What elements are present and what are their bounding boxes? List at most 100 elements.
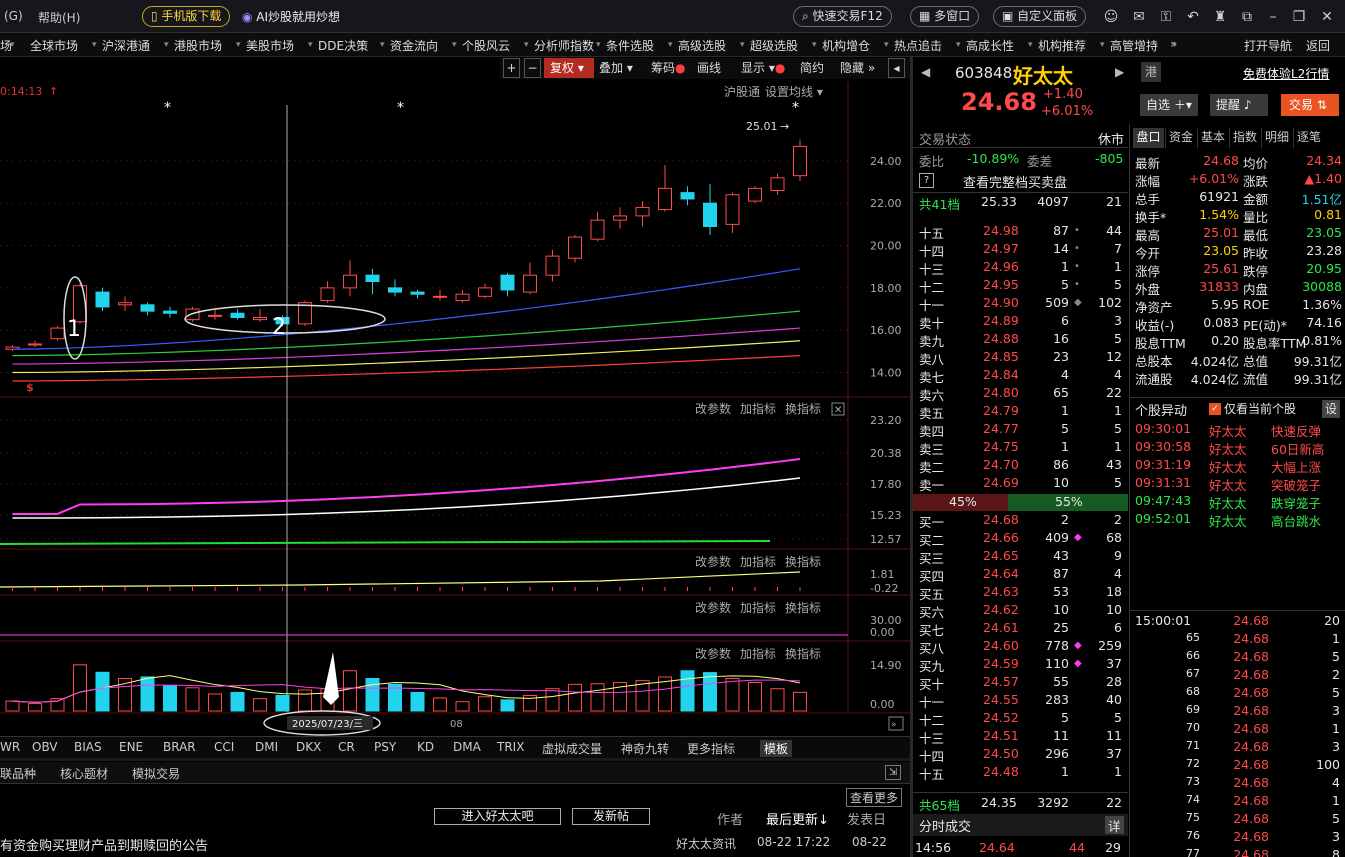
- l2-trial-link[interactable]: 免费体验L2行情: [1243, 65, 1329, 82]
- indicator-tab-13[interactable]: 虚拟成交量: [542, 740, 602, 757]
- indicator-tab-14[interactable]: 神奇九转: [621, 740, 669, 757]
- jianyue-button[interactable]: 简约: [800, 58, 824, 78]
- panel-3-btn-1[interactable]: 加指标: [740, 646, 776, 661]
- menu-help[interactable]: 帮助(H): [38, 9, 80, 26]
- xianshi-button[interactable]: 显示 ▾●: [741, 58, 785, 78]
- author-col[interactable]: 作者: [717, 809, 743, 828]
- next-stock-icon[interactable]: ▶: [1115, 65, 1124, 79]
- enter-forum-button[interactable]: 进入好太太吧: [434, 808, 561, 825]
- chouma-button[interactable]: 筹码●: [651, 58, 686, 78]
- tab-0[interactable]: 盘口: [1133, 128, 1164, 148]
- tab-1[interactable]: 资金: [1165, 128, 1196, 148]
- ma-setting-link[interactable]: 设置均线 ▾: [765, 85, 823, 99]
- zixuan-button[interactable]: 自选 ＋▾: [1140, 94, 1198, 116]
- trade-button[interactable]: 交易 ⇅: [1281, 94, 1339, 116]
- panel-0-btn-1[interactable]: 加指标: [740, 401, 776, 416]
- panel-2-btn-1[interactable]: 加指标: [740, 600, 776, 615]
- open-nav-button[interactable]: 打开导航: [1244, 37, 1292, 54]
- nav-item-2[interactable]: 沪深港通: [102, 37, 150, 54]
- indicator-tab-11[interactable]: DMA: [453, 740, 481, 754]
- nav-item-14[interactable]: 高成长性: [966, 37, 1014, 54]
- nav-item-8[interactable]: 分析师指数: [534, 37, 594, 54]
- panel-0-btn-0[interactable]: 改参数: [695, 401, 731, 416]
- multi-window-button[interactable]: ▦ 多窗口: [910, 6, 980, 27]
- custom-panel-button[interactable]: ▣ 自定义面板: [993, 6, 1087, 27]
- expand-icon[interactable]: ⇲: [885, 765, 901, 780]
- indicator-tab-7[interactable]: DKX: [296, 740, 321, 754]
- panel-1-btn-1[interactable]: 加指标: [740, 554, 776, 569]
- panel-0-btn-2[interactable]: 换指标: [785, 401, 821, 416]
- panel-1-btn-2[interactable]: 换指标: [785, 554, 821, 569]
- menu-left[interactable]: (G): [4, 9, 23, 23]
- tab-5[interactable]: 逐笔: [1293, 128, 1324, 148]
- alerts-settings[interactable]: 设: [1322, 400, 1341, 418]
- indicator-tab-4[interactable]: BRAR: [163, 740, 196, 754]
- indicator-tab-16[interactable]: 模板: [760, 740, 793, 757]
- panel-2-btn-0[interactable]: 改参数: [695, 600, 731, 615]
- checkbox-icon[interactable]: ✓: [1209, 403, 1221, 415]
- tab-3[interactable]: 指数: [1229, 128, 1260, 148]
- indicator-tab-5[interactable]: CCI: [214, 740, 234, 754]
- post-date-col[interactable]: 发表日: [847, 809, 886, 828]
- panel-3-btn-2[interactable]: 换指标: [785, 646, 821, 661]
- indicator-tab-10[interactable]: KD: [417, 740, 434, 754]
- nav-item-7[interactable]: 个股风云: [462, 37, 510, 54]
- split-icon[interactable]: ⧉: [1238, 8, 1256, 26]
- huaxian-button[interactable]: 画线: [697, 58, 721, 78]
- nav-item-3[interactable]: 港股市场: [174, 37, 222, 54]
- nav-item-1[interactable]: 全球市场: [30, 37, 78, 54]
- yincang-button[interactable]: 隐藏 »: [840, 58, 875, 78]
- tab-core-topics[interactable]: 核心题材: [60, 765, 108, 782]
- quick-trade-button[interactable]: ⌕ 快速交易F12: [793, 6, 892, 27]
- collapse-chart-icon[interactable]: ◂: [888, 58, 905, 78]
- zoom-in-button[interactable]: +: [503, 58, 520, 78]
- nav-item-5[interactable]: DDE决策: [318, 37, 368, 54]
- indicator-tab-1[interactable]: OBV: [32, 740, 58, 754]
- back-button[interactable]: 返回: [1306, 37, 1330, 54]
- panel-1-btn-0[interactable]: 改参数: [695, 554, 731, 569]
- view-more-button[interactable]: 查看更多: [846, 788, 903, 807]
- indicator-tab-12[interactable]: TRIX: [497, 740, 524, 754]
- indicator-tab-15[interactable]: 更多指标: [687, 740, 735, 757]
- prev-stock-icon[interactable]: ◀: [921, 65, 930, 79]
- undo-icon[interactable]: ↶: [1184, 8, 1202, 26]
- indicator-tab-2[interactable]: BIAS: [74, 740, 102, 754]
- lock-icon[interactable]: ⚿: [1157, 8, 1175, 26]
- ai-link[interactable]: ◉ AI炒股就用炒想: [242, 8, 340, 25]
- minimize-icon[interactable]: –: [1264, 8, 1282, 26]
- nav-item-13[interactable]: 热点追击: [894, 37, 942, 54]
- nav-item-9[interactable]: 条件选股: [606, 37, 654, 54]
- panel-2-btn-2[interactable]: 换指标: [785, 600, 821, 615]
- diejia-button[interactable]: 叠加 ▾: [599, 58, 633, 78]
- nav-item-12[interactable]: 机构增仓: [822, 37, 870, 54]
- indicator-tab-9[interactable]: PSY: [374, 740, 396, 754]
- tab-4[interactable]: 明细: [1261, 128, 1292, 148]
- indicator-tab-8[interactable]: CR: [338, 740, 355, 754]
- nav-item-4[interactable]: 美股市场: [246, 37, 294, 54]
- indicator-tab-3[interactable]: ENE: [119, 740, 143, 754]
- hgt-label[interactable]: 沪股通: [724, 85, 760, 99]
- tab-2[interactable]: 基本: [1197, 128, 1228, 148]
- nav-item-15[interactable]: 机构推荐: [1038, 37, 1086, 54]
- tab-related[interactable]: 联品种: [0, 765, 36, 782]
- indicator-tab-0[interactable]: WR: [0, 740, 20, 754]
- nav-item-16[interactable]: 高管增持: [1110, 37, 1158, 54]
- tab-sim-trade[interactable]: 模拟交易: [132, 765, 180, 782]
- mail-icon[interactable]: ✉: [1130, 8, 1148, 26]
- splitter[interactable]: [0, 758, 910, 761]
- nav-item-6[interactable]: 资金流向: [390, 37, 438, 54]
- mobile-download-button[interactable]: ▯ 手机版下载: [142, 6, 231, 27]
- remind-button[interactable]: 提醒 ♪: [1210, 94, 1268, 116]
- hk-badge[interactable]: 港: [1141, 62, 1161, 82]
- user-icon[interactable]: ☺: [1102, 8, 1120, 26]
- restore-icon[interactable]: ❐: [1290, 8, 1308, 26]
- new-post-button[interactable]: 发新帖: [572, 808, 650, 825]
- panel-3-btn-0[interactable]: 改参数: [695, 646, 731, 661]
- alerts-only[interactable]: 仅看当前个股: [1224, 400, 1296, 418]
- fuquan-button[interactable]: 复权 ▾: [544, 58, 594, 78]
- zoom-out-button[interactable]: −: [524, 58, 541, 78]
- close-icon[interactable]: ✕: [1318, 8, 1336, 26]
- indicator-tab-6[interactable]: DMI: [255, 740, 278, 754]
- nav-item-11[interactable]: 超级选股: [750, 37, 798, 54]
- news-title[interactable]: 有资金购买理财产品到期赎回的公告: [0, 835, 208, 854]
